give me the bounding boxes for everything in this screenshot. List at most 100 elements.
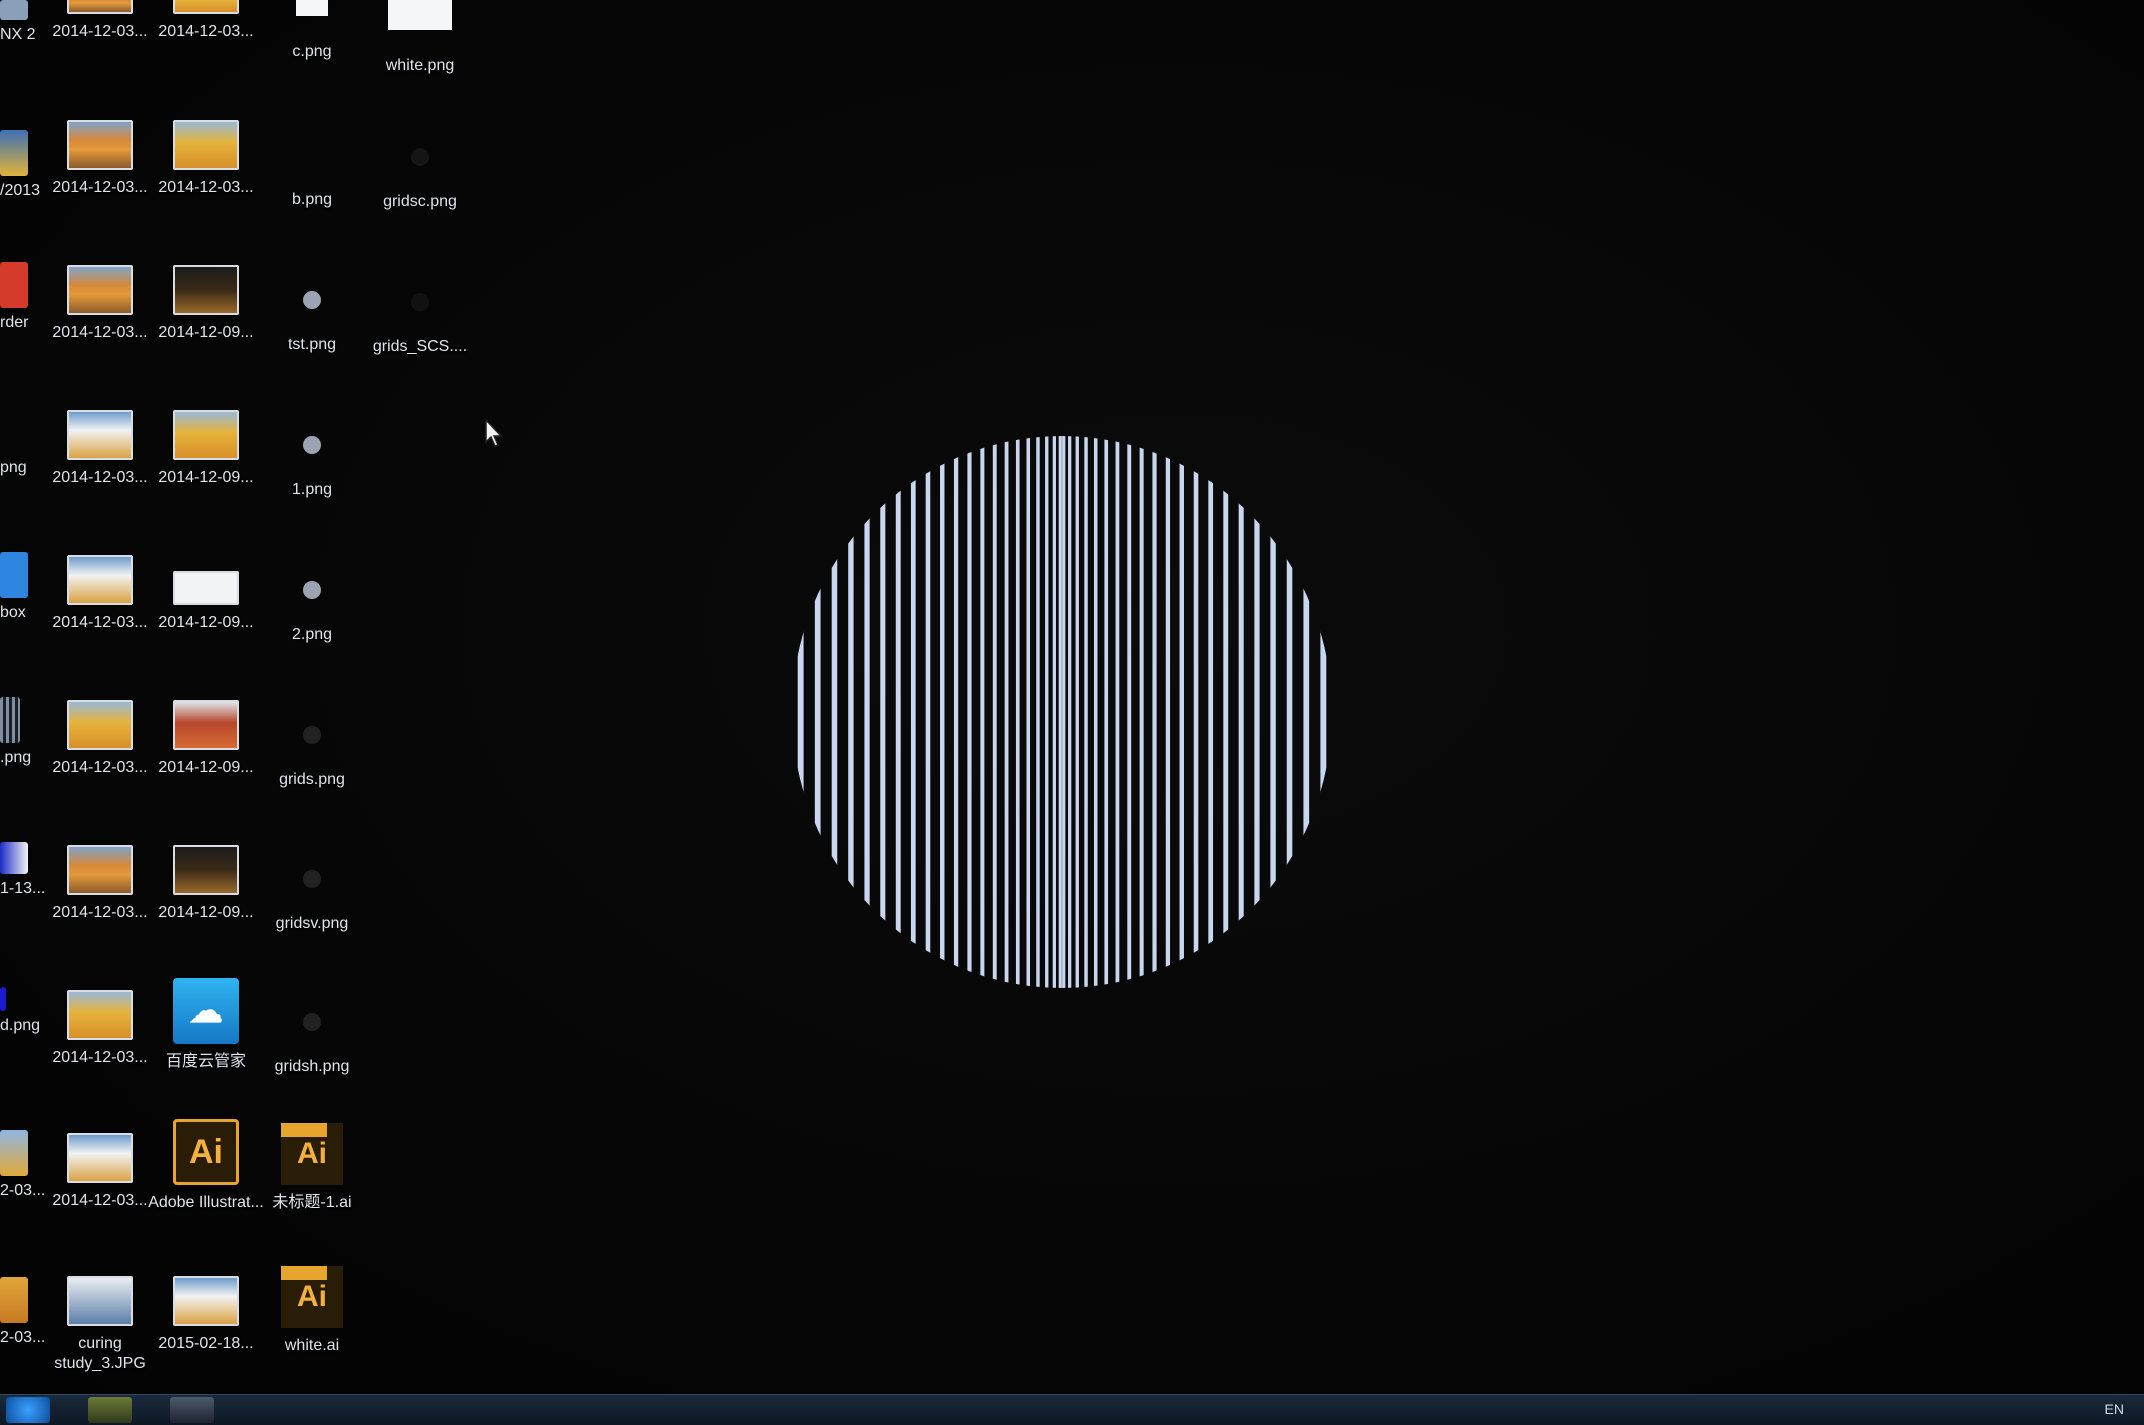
- desktop-icon[interactable]: 2014-12-03...: [40, 398, 160, 538]
- image-thumbnail: [173, 1276, 239, 1326]
- desktop-icon-partial[interactable]: 2-03...: [0, 1265, 45, 1385]
- grating-stripe: [895, 436, 901, 988]
- icon-label: NX 2: [0, 26, 36, 43]
- desktop-icon[interactable]: gridsv.png: [252, 842, 372, 982]
- grating-stripe: [1026, 436, 1031, 988]
- desktop-icon[interactable]: 2014-12-03...: [40, 543, 160, 683]
- desktop-icon-partial[interactable]: .png: [0, 685, 40, 805]
- grating-stripe: [1115, 436, 1120, 988]
- image-thumbnail: [67, 265, 133, 315]
- illustrator-app-icon: Ai: [173, 1119, 239, 1185]
- desktop-icon[interactable]: grids.png: [252, 698, 372, 838]
- icon-label: d.png: [0, 1017, 41, 1034]
- icon-label: 2014-12-03...: [52, 1049, 148, 1066]
- image-thumbnail: [303, 146, 321, 164]
- internet-explorer-icon[interactable]: [6, 1397, 50, 1423]
- pinned-app-icon[interactable]: [170, 1397, 214, 1423]
- desktop-icon[interactable]: 2014-12-09...: [146, 398, 266, 538]
- grating-stripe: [1104, 436, 1109, 988]
- icon-label: .png: [0, 749, 32, 766]
- desktop-icon[interactable]: Ai 未标题-1.ai: [252, 1115, 372, 1255]
- desktop-icon-partial[interactable]: 2-03...: [0, 1118, 45, 1238]
- image-thumbnail: [303, 436, 321, 454]
- icon-label: Adobe Illustrat...: [148, 1194, 264, 1211]
- desktop-icon-partial[interactable]: rder: [0, 250, 40, 370]
- desktop-icon[interactable]: curing study_3.JPG: [40, 1264, 160, 1404]
- desktop-icon[interactable]: 2014-12-03...: [40, 1121, 160, 1261]
- desktop-icon[interactable]: gridsh.png: [252, 985, 372, 1125]
- icon-label: 2014-12-03...: [52, 23, 148, 40]
- system-tray: EN: [2105, 1401, 2124, 1417]
- icon-label: 百度云管家: [165, 1053, 246, 1070]
- desktop-icon[interactable]: 2014-12-03...: [40, 688, 160, 828]
- icon-label: c.png: [292, 43, 332, 60]
- language-indicator[interactable]: EN: [2105, 1401, 2124, 1417]
- desktop-icon[interactable]: 2014-12-09...: [146, 543, 266, 683]
- grating-stripe: [1238, 436, 1244, 988]
- icon-label: 2014-12-03...: [52, 179, 148, 196]
- desktop-icon[interactable]: 2014-12-03...: [40, 253, 160, 393]
- grating-stripe: [910, 436, 916, 988]
- grating-stripe: [1286, 436, 1293, 988]
- desktop-icon-baidu[interactable]: ☁ 百度云管家: [146, 972, 266, 1112]
- desktop-icon-partial[interactable]: d.png: [0, 975, 40, 1095]
- icon-label: grids_SCS....: [372, 338, 468, 355]
- icon-label: gridsc.png: [383, 193, 457, 210]
- grating-stripe: [940, 436, 945, 988]
- icon-label: 2014-12-03...: [52, 904, 148, 921]
- mouse-pointer-icon: [485, 418, 503, 447]
- image-icon: [0, 987, 6, 1011]
- grating-stripe: [1223, 436, 1229, 988]
- image-thumbnail: [67, 1133, 133, 1183]
- desktop-icon[interactable]: 2.png: [252, 553, 372, 693]
- icon-label: gridsv.png: [275, 915, 349, 932]
- icon-label: 2014-12-03...: [52, 614, 148, 631]
- desktop-icon-partial[interactable]: png: [0, 395, 40, 515]
- icon-label: white.ai: [284, 1337, 340, 1354]
- grating-stripe: [1004, 436, 1009, 988]
- shield-icon: [0, 130, 28, 176]
- image-thumbnail: [67, 555, 133, 605]
- desktop-icon-partial[interactable]: 1-13...: [0, 830, 45, 950]
- desktop-icon-partial[interactable]: /2013: [0, 118, 40, 238]
- desktop-icon[interactable]: 2014-12-09...: [146, 253, 266, 393]
- desktop-icon[interactable]: 2014-12-03...: [146, 108, 266, 248]
- image-thumbnail: [173, 265, 239, 315]
- desktop: NX 2 /2013 rder png box .png 1-13... d.p…: [0, 0, 2144, 1394]
- icon-label: 2014-12-09...: [158, 469, 254, 486]
- image-thumbnail: [67, 410, 133, 460]
- grating-stripe: [1093, 436, 1098, 988]
- image-icon: [0, 842, 28, 874]
- icon-label: gridsh.png: [274, 1058, 350, 1075]
- desktop-icon[interactable]: 2014-12-09...: [146, 688, 266, 828]
- recorder-app-icon: [0, 262, 28, 308]
- desktop-icon[interactable]: tst.png: [252, 263, 372, 403]
- desktop-icon[interactable]: 1.png: [252, 408, 372, 548]
- desktop-icon[interactable]: gridsc.png: [360, 120, 480, 260]
- desktop-icon[interactable]: b.png: [252, 118, 372, 258]
- desktop-icon[interactable]: 2014-12-03...: [40, 833, 160, 973]
- icon-label: 2014-12-03...: [158, 23, 254, 40]
- icon-label: 2014-12-03...: [52, 324, 148, 341]
- grating-stripe: [1320, 436, 1327, 988]
- icon-label: white.png: [385, 57, 455, 74]
- grating-stripe: [880, 436, 886, 988]
- grating-stripe: [1165, 436, 1171, 988]
- icon-label: 2014-12-09...: [158, 904, 254, 921]
- grating-stripe: [1127, 436, 1132, 988]
- desktop-icon[interactable]: grids_SCS....: [360, 265, 480, 405]
- icon-label: curing study_3.JPG: [54, 1335, 146, 1372]
- desktop-icon[interactable]: 2015-02-18...: [146, 1264, 266, 1404]
- desktop-icon[interactable]: 2014-12-09...: [146, 833, 266, 973]
- desktop-icon[interactable]: Ai white.ai: [252, 1258, 372, 1398]
- illustrator-file-icon: Ai: [281, 1266, 343, 1328]
- desktop-icon-partial[interactable]: NX 2: [0, 0, 40, 120]
- desktop-icon[interactable]: 2014-12-03...: [40, 978, 160, 1118]
- desktop-icon-illustrator[interactable]: Ai Adobe Illustrat...: [146, 1113, 266, 1253]
- media-player-icon[interactable]: [88, 1397, 132, 1423]
- desktop-icon[interactable]: white.png: [360, 0, 480, 140]
- icon-label: /2013: [0, 182, 41, 199]
- desktop-icon-partial[interactable]: box: [0, 540, 40, 660]
- desktop-icon[interactable]: 2014-12-03...: [40, 108, 160, 248]
- grating-stripe: [1075, 436, 1079, 988]
